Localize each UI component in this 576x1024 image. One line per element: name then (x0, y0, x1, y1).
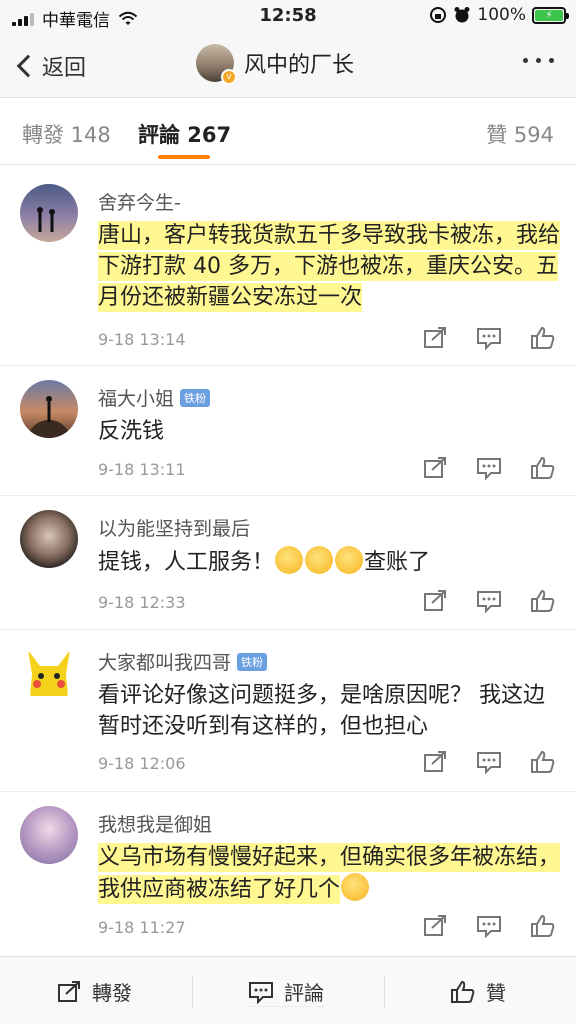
repost-button[interactable]: 轉發 (56, 977, 132, 1006)
nav-title[interactable]: v 风中的厂长 (196, 44, 355, 85)
repost-label: 轉發 (92, 981, 132, 1005)
comment-text-suffix: 查账了 (364, 550, 431, 575)
avatar[interactable] (20, 806, 78, 864)
username-text[interactable]: 大家都叫我四哥 (98, 648, 231, 675)
battery-icon: ⚡ (532, 6, 569, 24)
username-text[interactable]: 舍弃今生- (98, 188, 181, 215)
repost-icon[interactable] (422, 914, 448, 938)
nav-title-text: 风中的厂长 (244, 53, 355, 78)
comment-item[interactable]: 福大小姐 铁粉 反洗钱 9-18 13:11 (0, 366, 576, 496)
comment-icon[interactable] (476, 750, 502, 774)
crying-emoji-icon (305, 546, 334, 574)
like-icon[interactable] (530, 456, 556, 480)
repost-icon[interactable] (422, 589, 448, 613)
tab-comments[interactable]: 評論 267 (138, 119, 231, 149)
divider (192, 977, 193, 1007)
comment-button[interactable]: 評論 (248, 977, 324, 1007)
comment-actions (422, 589, 556, 613)
comment-icon (249, 981, 273, 1004)
like-icon[interactable] (530, 326, 556, 350)
comment-time: 9-18 12:33 (98, 593, 186, 612)
alarm-icon (454, 7, 470, 23)
status-right: 100% ⚡ (429, 5, 569, 25)
username-text[interactable]: 以为能坚持到最后 (98, 514, 250, 541)
comment-item[interactable]: 我想我是御姐 义乌市场有慢慢好起来，但确实很多年被冻结，我供应商被冻结了好几个 … (0, 792, 576, 958)
avatar: v (196, 44, 237, 85)
comment-actions (422, 326, 556, 350)
fan-badge: 铁粉 (180, 388, 211, 407)
like-label: 贊 (486, 981, 506, 1005)
active-tab-indicator (158, 155, 210, 159)
verified-icon: v (221, 69, 237, 85)
like-icon[interactable] (530, 914, 556, 938)
like-icon (451, 980, 475, 1003)
status-bar: 中華電信 12:58 100% ⚡ (0, 0, 576, 34)
sweat-emoji-icon (341, 873, 370, 901)
comment-time: 9-18 12:06 (98, 754, 186, 773)
comment-time: 9-18 11:27 (98, 918, 186, 937)
comment-icon[interactable] (476, 326, 502, 350)
comment-icon[interactable] (476, 456, 502, 480)
back-button[interactable]: 返回 (14, 50, 86, 82)
comment-text: 提钱，人工服务！ 查账了 (98, 546, 560, 578)
comment-text-body: 看评论好像这问题挺多，是啥原因呢？ 我这边暂时还没听到有这样的，但也担心 (98, 683, 545, 739)
comment-actions (422, 750, 556, 774)
tab-bar: 轉發 148 評論 267 贊 594 (0, 99, 576, 165)
avatar[interactable] (20, 380, 78, 438)
repost-icon[interactable] (422, 326, 448, 350)
comment-list: 舍弃今生- 唐山，客户转我货款五千多导致我卡被冻，我给下游打款 40 多万，下游… (0, 166, 576, 958)
comment-username[interactable]: 大家都叫我四哥 铁粉 (98, 648, 268, 675)
comment-text: 看评论好像这问题挺多，是啥原因呢？ 我这边暂时还没听到有这样的，但也担心 (98, 680, 560, 742)
avatar[interactable] (20, 644, 78, 702)
avatar[interactable] (20, 184, 78, 242)
repost-icon (58, 980, 80, 1002)
comment-username[interactable]: 福大小姐 铁粉 (98, 384, 211, 411)
comment-time: 9-18 13:14 (98, 330, 186, 349)
more-icon[interactable] (523, 58, 554, 63)
like-icon[interactable] (530, 750, 556, 774)
comment-item[interactable]: 以为能坚持到最后 提钱，人工服务！ 查账了 9-18 12:33 (0, 496, 576, 630)
comment-text: 唐山，客户转我货款五千多导致我卡被冻，我给下游打款 40 多万，下游也被冻，重庆… (98, 220, 561, 313)
comment-icon[interactable] (476, 914, 502, 938)
comment-item[interactable]: 大家都叫我四哥 铁粉 看评论好像这问题挺多，是啥原因呢？ 我这边暂时还没听到有这样… (0, 630, 576, 792)
comment-item[interactable]: 舍弃今生- 唐山，客户转我货款五千多导致我卡被冻，我给下游打款 40 多万，下游… (0, 166, 576, 366)
comment-text: 义乌市场有慢慢好起来，但确实很多年被冻结，我供应商被冻结了好几个 (98, 842, 561, 905)
divider (384, 977, 385, 1007)
bottom-action-bar: 轉發 評論 贊 (0, 956, 576, 1024)
orientation-lock-icon (430, 7, 447, 23)
like-button[interactable]: 贊 (450, 977, 506, 1006)
comment-actions (422, 456, 556, 480)
crying-emoji-icon (335, 546, 364, 574)
comment-icon[interactable] (476, 589, 502, 613)
avatar[interactable] (20, 510, 78, 568)
nav-bar: 返回 v 风中的厂长 (0, 34, 576, 98)
tab-reposts[interactable]: 轉發 148 (22, 119, 111, 149)
chevron-left-icon (16, 54, 40, 78)
comment-text-body: 提钱，人工服务！ (98, 550, 275, 575)
comment-label: 評論 (284, 981, 324, 1005)
comment-text-body: 义乌市场有慢慢好起来，但确实很多年被冻结，我供应商被冻结了好几个 (98, 843, 561, 904)
tab-likes[interactable]: 贊 594 (486, 119, 554, 149)
repost-icon[interactable] (422, 456, 448, 480)
comment-username[interactable]: 以为能坚持到最后 (98, 514, 250, 541)
back-label: 返回 (42, 56, 87, 81)
comment-username[interactable]: 我想我是御姐 (98, 810, 212, 837)
comment-text-body: 反洗钱 (98, 419, 165, 444)
fan-badge: 铁粉 (237, 652, 268, 671)
comment-text-body: 唐山，客户转我货款五千多导致我卡被冻，我给下游打款 40 多万，下游也被冻，重庆… (98, 221, 561, 312)
comment-actions (422, 914, 556, 938)
comment-username[interactable]: 舍弃今生- (98, 188, 181, 215)
comment-text: 反洗钱 (98, 416, 560, 447)
repost-icon[interactable] (422, 750, 448, 774)
battery-percent: 100% (477, 5, 526, 25)
like-icon[interactable] (530, 589, 556, 613)
username-text[interactable]: 我想我是御姐 (98, 810, 212, 837)
username-text[interactable]: 福大小姐 (98, 384, 174, 411)
crying-emoji-icon (275, 546, 304, 574)
comment-time: 9-18 13:11 (98, 460, 186, 479)
